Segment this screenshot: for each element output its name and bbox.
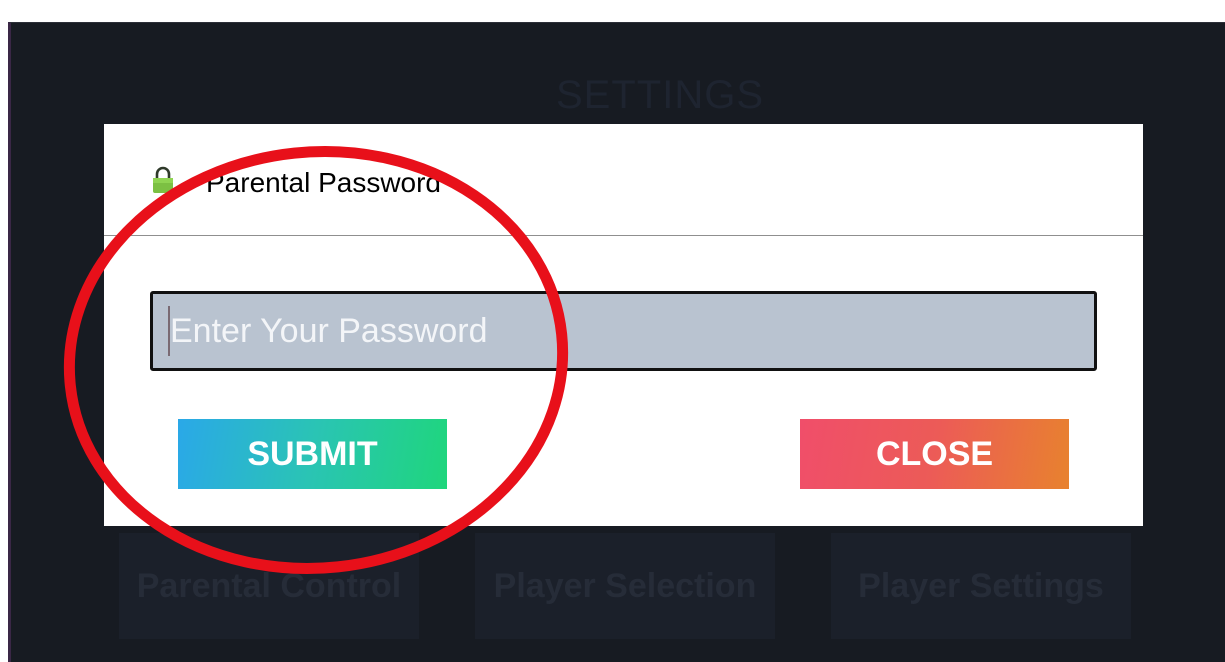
text-caret — [168, 306, 170, 356]
dialog-header: Parental Password — [104, 124, 1143, 236]
settings-title: SETTINGS — [556, 73, 765, 117]
submit-button[interactable]: SUBMIT — [178, 419, 447, 489]
tile-label: Parental Control — [136, 566, 402, 605]
lock-icon — [153, 166, 173, 193]
password-field[interactable] — [150, 291, 1097, 371]
tile-label: Player Settings — [858, 566, 1104, 605]
password-input[interactable] — [153, 294, 1094, 368]
dialog-title: Parental Password — [206, 167, 442, 198]
tile-player-settings[interactable]: Player Settings — [831, 533, 1131, 639]
tile-label: Player Selection — [493, 566, 757, 605]
close-button[interactable]: CLOSE — [800, 419, 1069, 489]
tile-player-selection[interactable]: Player Selection — [475, 533, 775, 639]
parental-password-dialog: Parental Password SUBMIT CLOSE — [104, 124, 1143, 526]
settings-header-icon — [833, 73, 953, 111]
tile-parental-control[interactable]: Parental Control — [119, 533, 419, 639]
